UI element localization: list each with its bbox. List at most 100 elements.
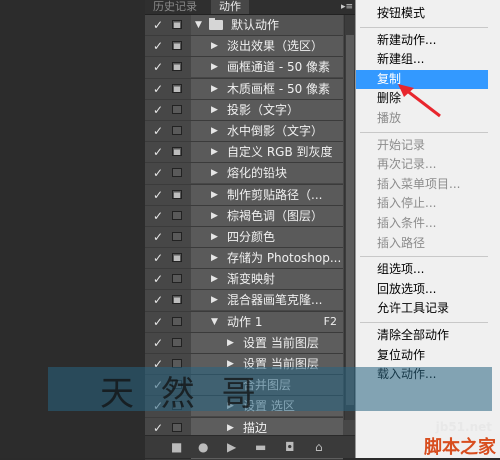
menu-item[interactable]: 允许工具记录 — [356, 299, 488, 318]
tab-history[interactable]: 历史记录 — [153, 0, 197, 14]
record-icon[interactable]: ● — [198, 440, 208, 454]
toggle-dialog-icon[interactable] — [172, 210, 182, 220]
action-row[interactable]: ✓ ▶ 投影（文字） — [145, 99, 343, 121]
toggle-dialog-icon[interactable] — [172, 41, 182, 51]
toggle-dialog-icon[interactable] — [172, 104, 182, 114]
toggle-dialog-icon[interactable] — [172, 147, 182, 157]
row-body[interactable]: ▶ 渐变映射 — [191, 269, 343, 290]
toggle-dialog-icon[interactable] — [172, 20, 182, 29]
row-body[interactable]: ▶ 棕褐色调（图层） — [191, 205, 343, 226]
toggle-dialog-icon[interactable] — [172, 125, 182, 135]
menu-item[interactable]: 复位动作 — [356, 346, 488, 365]
menu-item[interactable]: 回放选项... — [356, 280, 488, 299]
action-set-row[interactable]: ✓ ▼ 默认动作 — [145, 15, 343, 37]
expand-right-icon[interactable]: ▶ — [211, 227, 218, 247]
toggle-dialog-icon[interactable] — [172, 295, 182, 305]
expand-right-icon[interactable]: ▶ — [211, 269, 218, 289]
action-row[interactable]: ✓ ▶ 木质画框 - 50 像素 — [145, 78, 343, 100]
menu-item[interactable]: 清除全部动作 — [356, 326, 488, 345]
toggle-item-check-icon[interactable]: ✓ — [153, 57, 165, 77]
toggle-item-check-icon[interactable]: ✓ — [153, 333, 165, 353]
action-row[interactable]: ✓ ▶ 存储为 Photoshop... — [145, 248, 343, 270]
action-row[interactable]: ✓ ▶ 渐变映射 — [145, 269, 343, 291]
toggle-item-check-icon[interactable]: ✓ — [153, 269, 165, 289]
toggle-dialog-icon[interactable] — [172, 231, 182, 241]
toggle-dialog-icon[interactable] — [172, 422, 182, 432]
menu-item[interactable]: 组选项... — [356, 260, 488, 279]
expand-right-icon[interactable]: ▶ — [211, 142, 218, 162]
action-row[interactable]: ✓ ▶ 自定义 RGB 到灰度 — [145, 142, 343, 164]
delete-trash-icon[interactable]: ⌂ — [315, 440, 323, 454]
play-icon[interactable]: ▶ — [227, 440, 236, 454]
toggle-item-check-icon[interactable]: ✓ — [153, 100, 165, 120]
toggle-dialog-icon[interactable] — [172, 274, 182, 284]
toggle-item-check-icon[interactable]: ✓ — [153, 312, 165, 332]
toggle-item-check-icon[interactable]: ✓ — [153, 36, 165, 56]
row-body[interactable]: ▶ 熔化的铅块 — [191, 163, 343, 184]
row-body[interactable]: ▶ 自定义 RGB 到灰度 — [191, 142, 343, 163]
row-body[interactable]: ▼ 动作 1 F2 — [191, 311, 343, 332]
toggle-dialog-icon[interactable] — [172, 189, 182, 199]
expand-right-icon[interactable]: ▶ — [211, 248, 218, 268]
expand-right-icon[interactable]: ▶ — [211, 121, 218, 141]
row-body[interactable]: ▶ 设置 当前图层 — [191, 332, 343, 353]
action-row[interactable]: ✓ ▶ 熔化的铅块 — [145, 163, 343, 185]
new-set-folder-icon[interactable]: ▬ — [255, 440, 266, 454]
action-command-row[interactable]: ✓ ▶ 设置 当前图层 — [145, 332, 343, 354]
row-body[interactable]: ▶ 制作剪贴路径（... — [191, 184, 343, 205]
toggle-item-check-icon[interactable]: ✓ — [153, 163, 165, 183]
expand-right-icon[interactable]: ▶ — [211, 36, 218, 56]
expand-right-icon[interactable]: ▶ — [211, 185, 218, 205]
toggle-item-check-icon[interactable]: ✓ — [153, 248, 165, 268]
new-action-icon[interactable]: ◘ — [285, 440, 295, 454]
action-row[interactable]: ✓ ▶ 制作剪贴路径（... — [145, 184, 343, 206]
toggle-item-check-icon[interactable]: ✓ — [153, 142, 165, 162]
toggle-dialog-icon[interactable] — [172, 253, 182, 263]
menu-item[interactable]: 复制 — [356, 69, 488, 89]
row-body[interactable]: ▶ 混合器画笔克隆... — [191, 290, 343, 311]
action-row[interactable]: ✓ ▶ 混合器画笔克隆... — [145, 290, 343, 312]
row-body[interactable]: ▶ 四分颜色 — [191, 226, 343, 247]
toggle-dialog-icon[interactable] — [172, 83, 182, 93]
menu-item[interactable]: 按钮模式 — [356, 4, 488, 23]
expand-down-icon[interactable]: ▼ — [211, 312, 218, 332]
expand-right-icon[interactable]: ▶ — [211, 163, 218, 183]
action-row[interactable]: ✓ ▶ 水中倒影（文字） — [145, 120, 343, 143]
action-row[interactable]: ✓ ▶ 四分颜色 — [145, 226, 343, 249]
row-body[interactable]: ▶ 淡出效果（选区） — [191, 36, 343, 57]
menu-item[interactable]: 新建动作... — [356, 31, 488, 50]
expand-down-icon[interactable]: ▼ — [195, 15, 202, 35]
toggle-item-check-icon[interactable]: ✓ — [153, 121, 165, 141]
expand-right-icon[interactable]: ▶ — [211, 79, 218, 99]
expand-right-icon[interactable]: ▶ — [211, 206, 218, 226]
expand-right-icon[interactable]: ▶ — [211, 290, 218, 310]
toggle-dialog-icon[interactable] — [172, 168, 182, 178]
scrollbar-thumb[interactable] — [346, 35, 354, 405]
menu-item[interactable]: 删除 — [356, 89, 488, 108]
panel-menu-icon[interactable]: ▸≡ — [341, 0, 353, 14]
scrollbar[interactable] — [344, 15, 355, 420]
menu-item[interactable]: 新建组... — [356, 50, 488, 69]
toggle-item-check-icon[interactable]: ✓ — [153, 15, 165, 35]
toggle-item-check-icon[interactable]: ✓ — [153, 227, 165, 247]
toggle-item-check-icon[interactable]: ✓ — [153, 185, 165, 205]
action-row[interactable]: ✓ ▶ 画框通道 - 50 像素 — [145, 57, 343, 79]
action-row[interactable]: ✓ ▶ 淡出效果（选区） — [145, 36, 343, 58]
toggle-dialog-icon[interactable] — [172, 316, 182, 326]
row-body[interactable]: ▼ 默认动作 — [191, 15, 343, 35]
row-body[interactable]: ▶ 存储为 Photoshop... — [191, 248, 343, 269]
row-body[interactable]: ▶ 水中倒影（文字） — [191, 120, 343, 141]
toggle-dialog-icon[interactable] — [172, 337, 182, 347]
stop-icon[interactable]: ■ — [171, 440, 182, 454]
toggle-item-check-icon[interactable]: ✓ — [153, 206, 165, 226]
toggle-item-check-icon[interactable]: ✓ — [153, 290, 165, 310]
action-row[interactable]: ✓ ▼ 动作 1 F2 — [145, 311, 343, 333]
toggle-item-check-icon[interactable]: ✓ — [153, 79, 165, 99]
row-body[interactable]: ▶ 投影（文字） — [191, 99, 343, 120]
row-body[interactable]: ▶ 木质画框 - 50 像素 — [191, 78, 343, 99]
action-row[interactable]: ✓ ▶ 棕褐色调（图层） — [145, 205, 343, 227]
row-body[interactable]: ▶ 画框通道 - 50 像素 — [191, 57, 343, 78]
tab-actions[interactable]: 动作 — [211, 0, 249, 14]
expand-right-icon[interactable]: ▶ — [211, 57, 218, 77]
expand-right-icon[interactable]: ▶ — [227, 333, 234, 353]
